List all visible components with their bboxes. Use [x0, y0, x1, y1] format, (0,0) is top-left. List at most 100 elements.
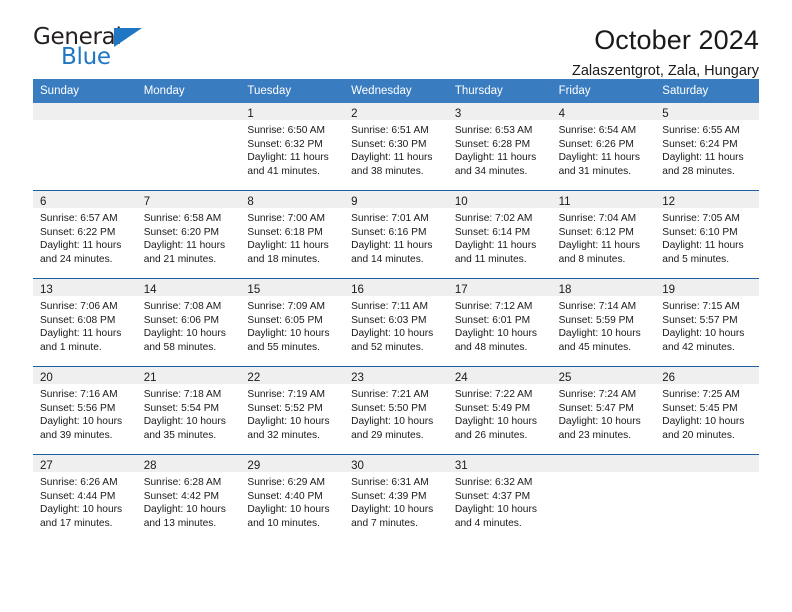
- day-cell[interactable]: 16 Sunrise: 7:11 AM Sunset: 6:03 PM Dayligh…: [344, 279, 448, 367]
- sunset-text: Sunset: 4:44 PM: [40, 490, 116, 502]
- day-cell[interactable]: 5 Sunrise: 6:55 AM Sunset: 6:24 PM Daylight…: [655, 103, 759, 191]
- sunset-text: Sunset: 5:47 PM: [558, 402, 634, 414]
- sunrise-text: Sunrise: 7:09 AM: [247, 301, 326, 313]
- general-blue-logo[interactable]: General Blue: [33, 26, 163, 72]
- day-number: 30: [351, 460, 364, 473]
- day-cell[interactable]: 29 Sunrise: 6:29 AM Sunset: 4:40 PM Dayligh…: [240, 455, 345, 543]
- day-number: 28: [143, 460, 157, 473]
- day-number: 11: [558, 196, 571, 209]
- day-cell-empty: [551, 455, 656, 543]
- day-cell[interactable]: 21 Sunrise: 7:18 AM Sunset: 5:54 PM Dayligh…: [136, 367, 241, 455]
- day-number: 31: [454, 460, 468, 473]
- sunrise-text: Sunrise: 6:53 AM: [454, 125, 533, 137]
- daylight-text: Daylight: 10 hours and 29 minutes.: [351, 416, 434, 441]
- day-number-strip: 4: [551, 103, 656, 121]
- sunrise-text: Sunrise: 7:08 AM: [143, 301, 222, 313]
- day-cell[interactable]: 8 Sunrise: 7:00 AM Sunset: 6:18 PM Daylight…: [240, 191, 345, 279]
- sunset-text: Sunset: 6:16 PM: [351, 226, 427, 238]
- daylight-text: Daylight: 10 hours and 17 minutes.: [40, 504, 123, 529]
- day-number-strip: 28: [136, 455, 241, 473]
- day-cell[interactable]: 24 Sunrise: 7:22 AM Sunset: 5:49 PM Dayligh…: [447, 367, 552, 455]
- day-cell[interactable]: 13 Sunrise: 7:06 AM Sunset: 6:08 PM Dayligh…: [33, 279, 137, 367]
- day-number-strip: 19: [655, 279, 759, 297]
- sunset-text: Sunset: 6:24 PM: [662, 138, 738, 150]
- day-number: 20: [40, 372, 53, 385]
- day-cell[interactable]: 10 Sunrise: 7:02 AM Sunset: 6:14 PM Dayligh…: [447, 191, 552, 279]
- day-cell[interactable]: 6 Sunrise: 6:57 AM Sunset: 6:22 PM Daylight…: [33, 191, 137, 279]
- sunrise-text: Sunrise: 6:31 AM: [351, 477, 429, 489]
- daylight-text: Daylight: 10 hours and 39 minutes.: [40, 416, 123, 441]
- day-number-strip: 15: [240, 279, 345, 297]
- daylight-text: Daylight: 10 hours and 13 minutes.: [143, 504, 226, 529]
- day-number-strip: [655, 455, 759, 473]
- day-cell[interactable]: 9 Sunrise: 7:01 AM Sunset: 6:16 PM Daylight…: [344, 191, 448, 279]
- day-number-strip: 10: [447, 191, 552, 209]
- day-number-strip: 27: [33, 455, 137, 473]
- daylight-text: Daylight: 10 hours and 7 minutes.: [351, 504, 434, 529]
- day-details: Sunrise: 7:08 AM Sunset: 6:06 PM Daylight:…: [137, 296, 241, 354]
- sunset-text: Sunset: 6:05 PM: [247, 314, 323, 326]
- day-number: 9: [351, 196, 358, 209]
- day-details: Sunrise: 7:12 AM Sunset: 6:01 PM Daylight:…: [448, 296, 552, 354]
- day-cell[interactable]: 26 Sunrise: 7:25 AM Sunset: 5:45 PM Dayligh…: [655, 367, 759, 455]
- sunrise-text: Sunrise: 7:15 AM: [662, 301, 740, 313]
- day-number-strip: 3: [447, 103, 552, 121]
- daylight-text: Daylight: 11 hours and 18 minutes.: [247, 240, 329, 265]
- day-number: 16: [351, 284, 364, 297]
- day-number: 1: [247, 108, 254, 121]
- day-details: Sunrise: 6:57 AM Sunset: 6:22 PM Daylight:…: [33, 208, 137, 266]
- day-cell[interactable]: 15 Sunrise: 7:09 AM Sunset: 6:05 PM Dayligh…: [240, 279, 345, 367]
- day-cell[interactable]: 27 Sunrise: 6:26 AM Sunset: 4:44 PM Dayligh…: [33, 455, 137, 543]
- day-cell[interactable]: 2 Sunrise: 6:51 AM Sunset: 6:30 PM Daylight…: [344, 103, 448, 191]
- day-cell[interactable]: 3 Sunrise: 6:53 AM Sunset: 6:28 PM Daylight…: [447, 103, 552, 191]
- day-number-strip: 9: [344, 191, 448, 209]
- sunset-text: Sunset: 6:01 PM: [454, 314, 531, 326]
- day-number-strip: 14: [136, 279, 241, 297]
- page-header: General Blue October 2024 Zalaszentgrot,…: [33, 0, 759, 78]
- day-details: Sunrise: 6:26 AM Sunset: 4:44 PM Daylight:…: [33, 472, 137, 530]
- day-cell[interactable]: 14 Sunrise: 7:08 AM Sunset: 6:06 PM Dayligh…: [136, 279, 241, 367]
- calendar-week-row: 1 Sunrise: 6:50 AM Sunset: 6:32 PM Daylight…: [33, 103, 759, 191]
- day-cell[interactable]: 1 Sunrise: 6:50 AM Sunset: 6:32 PM Daylight…: [240, 103, 345, 191]
- day-cell[interactable]: 23 Sunrise: 7:21 AM Sunset: 5:50 PM Dayligh…: [344, 367, 448, 455]
- day-cell[interactable]: 19 Sunrise: 7:15 AM Sunset: 5:57 PM Dayligh…: [655, 279, 759, 367]
- sunrise-text: Sunrise: 7:06 AM: [40, 301, 118, 313]
- day-cell[interactable]: 7 Sunrise: 6:58 AM Sunset: 6:20 PM Daylight…: [136, 191, 241, 279]
- daylight-text: Daylight: 11 hours and 14 minutes.: [351, 240, 433, 265]
- day-cell[interactable]: 30 Sunrise: 6:31 AM Sunset: 4:39 PM Dayligh…: [344, 455, 448, 543]
- day-number: 23: [351, 372, 364, 385]
- day-number: 12: [662, 196, 676, 209]
- day-cell[interactable]: 4 Sunrise: 6:54 AM Sunset: 6:26 PM Daylight…: [551, 103, 656, 191]
- day-cell[interactable]: 12 Sunrise: 7:05 AM Sunset: 6:10 PM Dayligh…: [655, 191, 759, 279]
- sunset-text: Sunset: 6:26 PM: [558, 138, 634, 150]
- day-number: 18: [558, 284, 572, 297]
- day-details: Sunrise: 6:58 AM Sunset: 6:20 PM Daylight:…: [137, 208, 241, 266]
- calendar-week-row: 20 Sunrise: 7:16 AM Sunset: 5:56 PM Dayligh…: [33, 366, 759, 455]
- page-subtitle: Zalaszentgrot, Zala, Hungary: [572, 62, 759, 79]
- day-details: Sunrise: 6:32 AM Sunset: 4:37 PM Daylight:…: [448, 472, 552, 530]
- day-cell[interactable]: 22 Sunrise: 7:19 AM Sunset: 5:52 PM Dayligh…: [240, 367, 345, 455]
- day-details: Sunrise: 7:00 AM Sunset: 6:18 PM Daylight:…: [240, 208, 344, 266]
- sunset-text: Sunset: 6:10 PM: [662, 226, 738, 238]
- day-cell[interactable]: 25 Sunrise: 7:24 AM Sunset: 5:47 PM Dayligh…: [551, 367, 656, 455]
- weekday-header-monday: Monday: [143, 85, 185, 97]
- day-number-strip: 24: [447, 367, 552, 385]
- sunset-text: Sunset: 4:37 PM: [454, 490, 531, 502]
- day-number-strip: 6: [33, 191, 137, 209]
- sunset-text: Sunset: 5:49 PM: [454, 402, 531, 414]
- day-number: 3: [454, 108, 462, 121]
- day-number: 10: [454, 196, 468, 209]
- day-cell[interactable]: 28 Sunrise: 6:28 AM Sunset: 4:42 PM Dayligh…: [136, 455, 241, 543]
- day-cell[interactable]: 20 Sunrise: 7:16 AM Sunset: 5:56 PM Dayligh…: [33, 367, 137, 455]
- day-cell[interactable]: 17 Sunrise: 7:12 AM Sunset: 6:01 PM Dayligh…: [447, 279, 552, 367]
- day-number: 8: [247, 196, 254, 209]
- day-cell[interactable]: 18 Sunrise: 7:14 AM Sunset: 5:59 PM Dayligh…: [551, 279, 656, 367]
- day-cell[interactable]: 31 Sunrise: 6:32 AM Sunset: 4:37 PM Dayligh…: [447, 455, 552, 543]
- sunrise-text: Sunrise: 6:54 AM: [558, 125, 637, 137]
- day-details: Sunrise: 6:31 AM Sunset: 4:39 PM Daylight:…: [344, 472, 448, 530]
- day-number: 17: [454, 284, 468, 297]
- day-number-strip: 21: [136, 367, 241, 385]
- day-cell[interactable]: 11 Sunrise: 7:04 AM Sunset: 6:12 PM Dayligh…: [551, 191, 656, 279]
- sunrise-text: Sunrise: 7:24 AM: [558, 389, 637, 401]
- daylight-text: Daylight: 11 hours and 21 minutes.: [143, 240, 226, 265]
